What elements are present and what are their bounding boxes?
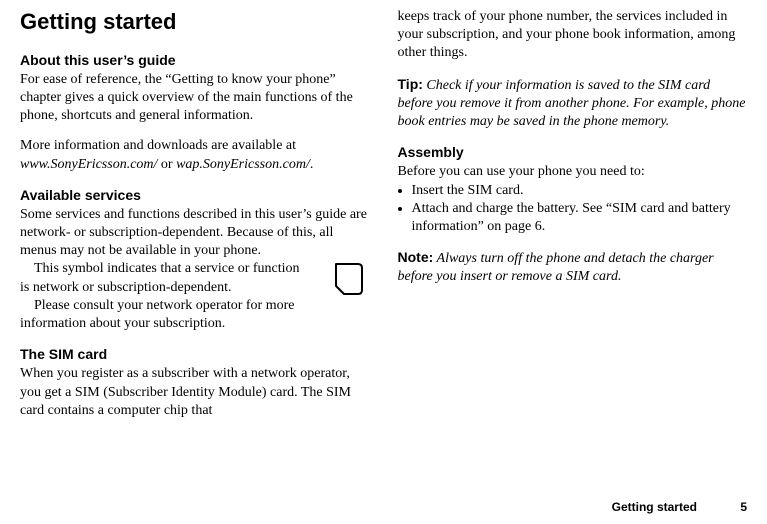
para-services-1: Some services and functions described in…	[20, 206, 370, 261]
para-note: Note: Always turn off the phone and deta…	[398, 248, 748, 286]
text: More information and downloads are avail…	[20, 138, 296, 153]
sim-card-icon	[314, 260, 370, 308]
para-tip: Tip: Check if your information is saved …	[398, 75, 748, 132]
para-about-2: More information and downloads are avail…	[20, 137, 370, 173]
para-assembly-intro: Before you can use your phone you need t…	[398, 163, 748, 181]
right-column: keeps track of your phone number, the se…	[398, 8, 748, 420]
url-text: wap.SonyEricsson.com/	[176, 157, 310, 172]
tip-label: Tip:	[398, 76, 423, 92]
footer-section: Getting started	[612, 500, 697, 514]
left-column: Getting started About this user’s guide …	[20, 8, 370, 420]
url-text: www.SonyEricsson.com/	[20, 157, 157, 172]
page-title: Getting started	[20, 8, 370, 37]
text: .	[310, 157, 314, 172]
heading-available-services: Available services	[20, 186, 370, 204]
assembly-list: Insert the SIM card. Attach and charge t…	[398, 182, 748, 237]
note-label: Note:	[398, 249, 434, 265]
text: or	[157, 157, 176, 172]
page-number: 5	[740, 500, 747, 514]
list-item: Attach and charge the battery. See “SIM …	[412, 200, 748, 236]
tip-text: Check if your information is saved to th…	[398, 78, 746, 129]
heading-sim-card: The SIM card	[20, 345, 370, 363]
para-sim-1: When you register as a subscriber with a…	[20, 365, 370, 420]
note-text: Always turn off the phone and detach the…	[398, 251, 714, 284]
text: This symbol indicates that a service or …	[20, 261, 300, 294]
para-sim-2: keeps track of your phone number, the se…	[398, 8, 748, 63]
footer: Getting started 5	[612, 500, 747, 516]
heading-assembly: Assembly	[398, 143, 748, 161]
para-about-1: For ease of reference, the “Getting to k…	[20, 71, 370, 126]
para-services-2: This symbol indicates that a service or …	[20, 260, 370, 296]
heading-about: About this user’s guide	[20, 51, 370, 69]
list-item: Insert the SIM card.	[412, 182, 748, 200]
